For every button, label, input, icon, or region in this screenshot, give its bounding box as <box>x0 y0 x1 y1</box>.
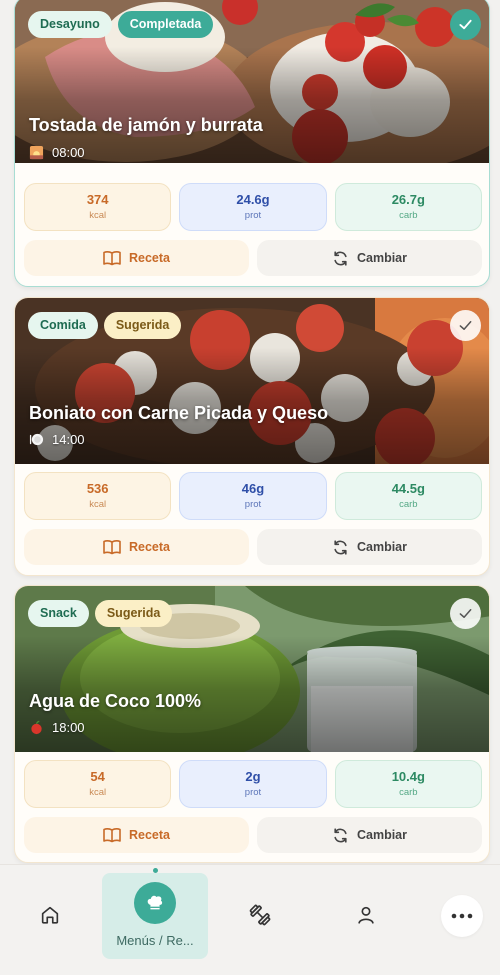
check-icon <box>459 19 472 30</box>
protein-unit: prot <box>244 499 262 510</box>
meal-time: 14:00 <box>52 432 85 447</box>
bottom-nav: Menús / Re... <box>0 864 500 975</box>
chef-hat-icon <box>147 895 163 910</box>
dumbbell-icon <box>249 904 271 926</box>
protein-value: 46g <box>241 481 265 496</box>
meal-title: Boniato con Carne Picada y Queso <box>29 403 329 423</box>
meal-type-badge: Comida <box>28 312 98 339</box>
kcal-unit: kcal <box>89 210 107 221</box>
kcal-value: 54 <box>90 769 105 784</box>
kcal-unit: kcal <box>89 499 107 510</box>
person-icon <box>358 906 374 924</box>
refresh-icon <box>334 827 347 843</box>
carb-stat: 26.7g carb <box>334 183 482 231</box>
nav-profile[interactable] <box>346 895 386 935</box>
meal-card-snack[interactable]: Snack Sugerida Agua de Coco 100% 18:00 5… <box>14 585 490 863</box>
protein-value: 2g <box>245 769 261 784</box>
kcal-value: 536 <box>86 481 109 496</box>
swap-button[interactable]: Cambiar <box>257 817 482 853</box>
protein-stat: 24.6g prot <box>179 183 327 231</box>
nav-training[interactable] <box>240 895 280 935</box>
meal-title: Tostada de jamón y burrata <box>29 115 263 135</box>
recipe-button[interactable]: Receta <box>24 817 249 853</box>
carb-unit: carb <box>399 210 418 221</box>
meal-card-breakfast[interactable]: Desayuno Completada Tostada de jamón y b… <box>14 0 490 287</box>
book-icon <box>103 251 121 266</box>
meal-time: 18:00 <box>52 720 85 735</box>
carb-value: 10.4g <box>391 769 425 784</box>
carb-value: 26.7g <box>391 192 425 207</box>
meal-type-badge: Desayuno <box>28 11 112 38</box>
swap-label: Cambiar <box>356 540 408 554</box>
meal-time: 08:00 <box>52 145 85 160</box>
meal-photo: Comida Sugerida Boniato con Carne Picada… <box>15 298 489 464</box>
protein-unit: prot <box>244 787 262 798</box>
refresh-icon <box>334 539 347 555</box>
recipe-label: Receta <box>129 540 170 554</box>
carb-unit: carb <box>399 499 418 510</box>
meal-type-badge: Snack <box>28 600 89 627</box>
protein-unit: prot <box>244 210 262 221</box>
carb-value: 44.5g <box>391 481 425 496</box>
swap-button[interactable]: Cambiar <box>257 529 482 565</box>
carb-stat: 44.5g carb <box>334 472 482 520</box>
meal-feed[interactable]: Desayuno Completada Tostada de jamón y b… <box>0 0 500 870</box>
meal-photo: Snack Sugerida Agua de Coco 100% 18:00 <box>15 586 489 752</box>
meal-title: Agua de Coco 100% <box>29 691 202 711</box>
book-icon <box>103 540 121 555</box>
plate-icon <box>29 433 44 446</box>
swap-button[interactable]: Cambiar <box>257 240 482 276</box>
recipe-button[interactable]: Receta <box>24 529 249 565</box>
complete-toggle[interactable] <box>450 310 481 341</box>
recipe-button[interactable]: Receta <box>24 240 249 276</box>
check-icon <box>459 609 472 618</box>
nav-menus[interactable]: Menús / Re... <box>102 873 208 959</box>
status-badge: Completada <box>117 11 214 38</box>
protein-stat: 46g prot <box>179 472 327 520</box>
sunrise-icon <box>29 145 44 160</box>
nav-more[interactable] <box>441 895 483 937</box>
kcal-value: 374 <box>86 192 109 207</box>
home-icon <box>41 906 59 924</box>
status-badge: Sugerida <box>103 312 182 339</box>
protein-value: 24.6g <box>236 192 270 207</box>
meal-photo: Desayuno Completada Tostada de jamón y b… <box>15 0 489 163</box>
swap-label: Cambiar <box>356 828 408 842</box>
complete-toggle[interactable] <box>450 9 481 40</box>
recipe-label: Receta <box>129 828 170 842</box>
nav-menus-label: Menús / Re... <box>116 933 194 948</box>
recipe-label: Receta <box>129 251 170 265</box>
apple-icon <box>31 720 42 735</box>
protein-stat: 2g prot <box>179 760 327 808</box>
more-icon <box>451 913 473 919</box>
swap-label: Cambiar <box>356 251 408 265</box>
complete-toggle[interactable] <box>450 598 481 629</box>
kcal-stat: 374 kcal <box>24 183 172 231</box>
nav-home[interactable] <box>30 895 70 935</box>
book-icon <box>103 828 121 843</box>
refresh-icon <box>334 250 347 266</box>
status-badge: Sugerida <box>94 600 173 627</box>
meal-card-lunch[interactable]: Comida Sugerida Boniato con Carne Picada… <box>14 297 490 576</box>
carb-stat: 10.4g carb <box>334 760 482 808</box>
check-icon <box>459 321 472 330</box>
kcal-stat: 54 kcal <box>24 760 172 808</box>
kcal-stat: 536 kcal <box>24 472 172 520</box>
kcal-unit: kcal <box>89 787 107 798</box>
carb-unit: carb <box>399 787 418 798</box>
